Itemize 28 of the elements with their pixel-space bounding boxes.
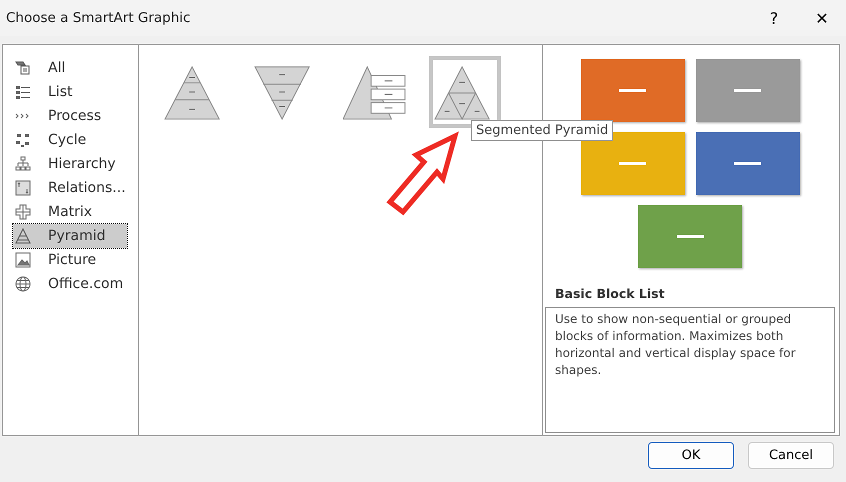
help-button[interactable]: ? xyxy=(750,1,798,35)
category-icon xyxy=(15,180,31,196)
preview-title: Basic Block List xyxy=(554,285,666,303)
category-item[interactable]: Relations... xyxy=(13,176,127,200)
category-icon xyxy=(15,252,31,268)
category-icon xyxy=(15,60,31,76)
cancel-button[interactable]: Cancel xyxy=(748,442,834,469)
category-icon xyxy=(15,228,31,244)
category-icon xyxy=(15,84,31,100)
category-icon xyxy=(15,132,31,148)
category-item[interactable]: Matrix xyxy=(13,200,127,224)
tooltip: Segmented Pyramid xyxy=(471,120,614,141)
close-button[interactable]: ✕ xyxy=(798,1,846,35)
window-title: Choose a SmartArt Graphic xyxy=(6,10,190,26)
description-box: Use to show non-sequential or grouped blocks of information. Maximizes both horizontal and vertical display space for shapes. xyxy=(545,307,835,433)
category-icon xyxy=(15,276,31,292)
pyramid-drawing xyxy=(343,63,407,121)
category-icon xyxy=(15,156,31,172)
category-item[interactable]: Picture xyxy=(13,248,127,272)
category-item[interactable]: List xyxy=(13,80,127,104)
ok-button[interactable]: OK xyxy=(648,442,734,469)
category-item[interactable]: Pyramid xyxy=(13,224,127,248)
category-item[interactable]: Process xyxy=(13,104,127,128)
category-item[interactable]: Office.com xyxy=(13,272,127,296)
category-icon xyxy=(15,204,31,220)
category-item[interactable]: Cycle xyxy=(13,128,127,152)
category-item[interactable]: All xyxy=(13,56,127,80)
category-item[interactable]: Hierarchy xyxy=(13,152,127,176)
